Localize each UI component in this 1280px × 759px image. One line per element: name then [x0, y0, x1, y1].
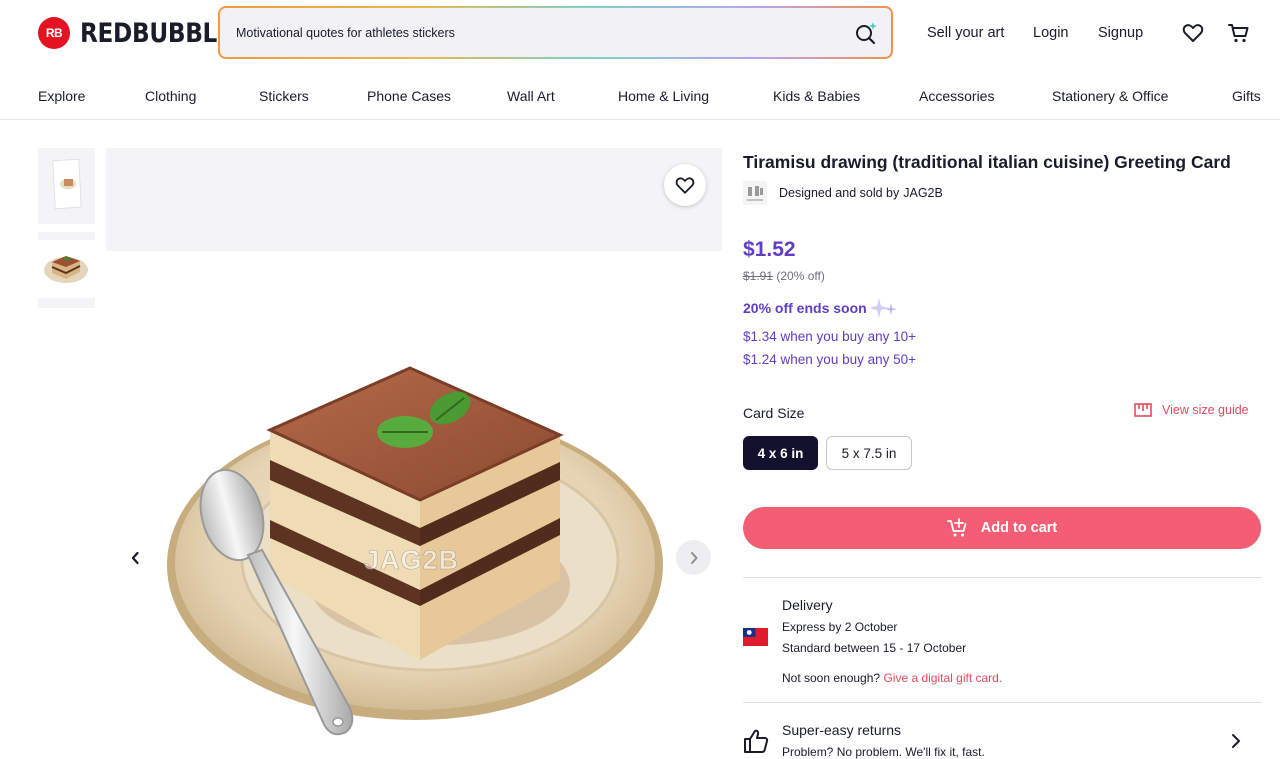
thumbnail-artwork[interactable]	[38, 232, 95, 308]
category-nav: Explore Clothing Stickers Phone Cases Wa…	[0, 68, 1280, 120]
not-soon-text: Not soon enough?	[782, 671, 881, 685]
search-field-box	[220, 8, 891, 57]
standard-delivery-text: Standard between 15 - 17 October	[782, 641, 967, 655]
search-sparkle-icon[interactable]	[853, 20, 879, 46]
sale-ends-text: 20% off ends soon	[743, 297, 899, 319]
chevron-left-icon	[131, 551, 139, 565]
artwork-watermark: JAG2B	[364, 545, 460, 576]
artist-row: Designed and sold by JAG2B	[743, 181, 943, 205]
gift-card-link[interactable]: Give a digital gift card.	[883, 671, 1002, 685]
chevron-right-icon[interactable]	[1227, 732, 1245, 750]
search-input[interactable]	[234, 8, 834, 57]
ruler-icon	[1134, 403, 1152, 417]
artist-avatar[interactable]	[743, 181, 767, 205]
product-title: Tiramisu drawing (traditional italian cu…	[743, 152, 1231, 172]
nav-item-stationery-office[interactable]: Stationery & Office	[1052, 88, 1168, 104]
search-bar	[218, 6, 893, 59]
nav-item-accessories[interactable]: Accessories	[919, 88, 994, 104]
add-to-cart-button[interactable]: Add to cart	[743, 507, 1261, 549]
gallery-prev-button[interactable]	[124, 546, 146, 570]
returns-title: Super-easy returns	[782, 722, 902, 738]
divider	[743, 577, 1261, 578]
nav-item-home-living[interactable]: Home & Living	[618, 88, 709, 104]
designed-by-label: Designed and sold by	[779, 186, 900, 200]
sale-ends-label: 20% off ends soon	[743, 300, 867, 316]
add-to-cart-label: Add to cart	[980, 520, 1058, 536]
size-guide-link[interactable]: View size guide	[1134, 403, 1249, 417]
signup-link[interactable]: Signup	[1098, 25, 1143, 41]
size-guide-label: View size guide	[1162, 403, 1249, 417]
returns-subtitle: Problem? No problem. We'll fix it, fast.	[782, 745, 985, 759]
nav-item-kids-babies[interactable]: Kids & Babies	[773, 88, 860, 104]
heart-icon[interactable]	[1181, 21, 1205, 45]
original-price-row: $1.91 (20% off)	[743, 269, 825, 283]
site-header: RB REDBUBBLE Sell your art Login Signup	[0, 0, 1280, 68]
thumbnail-card[interactable]	[38, 148, 95, 224]
heart-outline-icon	[675, 177, 695, 194]
bulk-price-50: $1.24 when you buy any 50+	[743, 352, 917, 367]
size-option-5x7-5[interactable]: 5 x 7.5 in	[826, 436, 912, 470]
size-option-4x6[interactable]: 4 x 6 in	[743, 436, 818, 470]
nav-item-gifts[interactable]: Gifts	[1232, 88, 1261, 104]
card-thumbnail-image	[52, 158, 82, 210]
original-price: $1.91	[743, 269, 774, 283]
express-delivery-text: Express by 2 October	[782, 620, 898, 634]
favorite-button[interactable]	[664, 164, 706, 206]
chevron-right-icon	[690, 551, 697, 564]
bulk-price-10: $1.34 when you buy any 10+	[743, 329, 917, 344]
cart-add-icon	[946, 518, 967, 537]
logo-wordmark: REDBUBBLE	[80, 17, 233, 49]
nav-item-explore[interactable]: Explore	[38, 88, 85, 104]
sparkle-icon	[868, 298, 897, 318]
sell-your-art-link[interactable]: Sell your art	[927, 25, 1004, 41]
current-price: $1.52	[743, 238, 796, 261]
gallery-next-button[interactable]	[676, 540, 711, 575]
nav-item-clothing[interactable]: Clothing	[145, 88, 196, 104]
cart-icon[interactable]	[1227, 21, 1251, 45]
gallery-placeholder	[106, 148, 722, 251]
artwork-thumbnail-image	[44, 256, 88, 283]
nav-item-stickers[interactable]: Stickers	[259, 88, 309, 104]
nav-item-wall-art[interactable]: Wall Art	[507, 88, 555, 104]
logo-badge: RB	[38, 17, 70, 49]
login-link[interactable]: Login	[1033, 25, 1068, 41]
gift-card-row: Not soon enough? Give a digital gift car…	[782, 671, 1002, 685]
artist-name-link[interactable]: JAG2B	[903, 186, 943, 200]
delivery-title: Delivery	[782, 597, 833, 613]
thumbs-up-icon	[744, 729, 769, 753]
discount-percent: (20% off)	[776, 269, 825, 283]
nav-item-phone-cases[interactable]: Phone Cases	[367, 88, 451, 104]
divider	[743, 702, 1261, 703]
taiwan-flag-icon	[743, 628, 768, 646]
card-size-label: Card Size	[743, 405, 805, 421]
